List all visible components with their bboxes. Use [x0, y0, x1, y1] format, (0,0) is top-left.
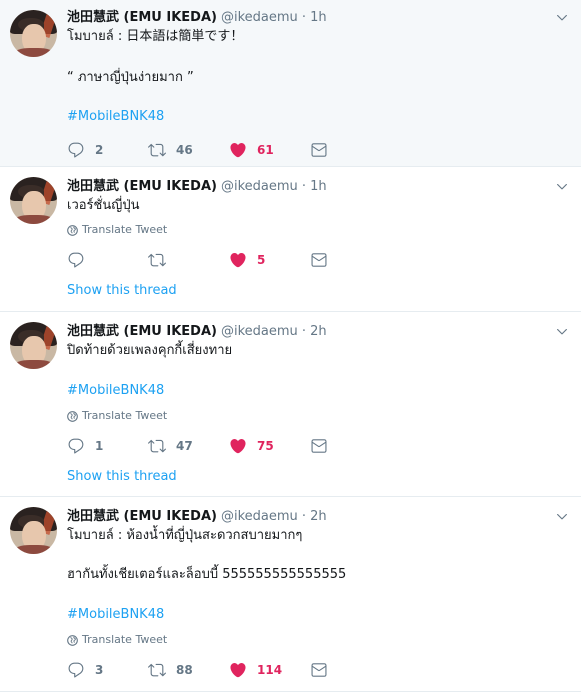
retweet-count: 46 — [176, 143, 193, 157]
chevron-down-icon[interactable] — [555, 510, 569, 524]
tweet-card[interactable]: 池田慧武 (EMU IKEDA) @ikedaemu · 1h โมบายล์ :… — [0, 0, 581, 167]
envelope-icon — [310, 251, 328, 269]
envelope-icon — [310, 141, 328, 159]
show-thread-link[interactable]: Show this thread — [67, 282, 177, 300]
retweet-count: 88 — [176, 663, 193, 677]
chevron-down-icon[interactable] — [555, 325, 569, 339]
hashtag-link[interactable]: #MobileBNK48 — [67, 107, 164, 126]
author-name[interactable]: 池田慧武 (EMU IKEDA) — [67, 179, 217, 194]
direct-message-button[interactable] — [310, 436, 328, 456]
author-handle-time[interactable]: @ikedaemu · 2h — [221, 509, 327, 524]
globe-icon — [67, 635, 78, 646]
reply-count: 3 — [95, 663, 104, 677]
retweet-button[interactable]: 47 — [148, 436, 229, 456]
author-handle-time[interactable]: @ikedaemu · 1h — [221, 179, 327, 194]
chevron-down-icon[interactable] — [555, 180, 569, 194]
timeline: 池田慧武 (EMU IKEDA) @ikedaemu · 1h โมบายล์ :… — [0, 0, 581, 692]
tweet-actions: 2 46 61 — [67, 140, 328, 160]
reply-icon — [67, 251, 85, 269]
translate-tweet-link[interactable]: Translate Tweet — [67, 633, 167, 647]
reply-button[interactable]: 1 — [67, 436, 148, 456]
retweet-icon — [148, 251, 166, 269]
globe-icon — [67, 225, 78, 236]
like-count: 114 — [257, 663, 283, 677]
hashtag-link[interactable]: #MobileBNK48 — [67, 605, 164, 624]
reply-icon — [67, 141, 85, 159]
like-count: 61 — [257, 143, 274, 157]
direct-message-button[interactable] — [310, 140, 328, 160]
reply-count: 1 — [95, 439, 104, 453]
reply-count: 2 — [95, 143, 104, 157]
heart-icon — [229, 141, 247, 159]
globe-icon — [67, 411, 78, 422]
envelope-icon — [310, 661, 328, 679]
heart-icon — [229, 437, 247, 455]
tweet-header: 池田慧武 (EMU IKEDA) @ikedaemu · 1h — [67, 9, 327, 27]
translate-label: Translate Tweet — [82, 633, 168, 646]
tweet-card[interactable]: 池田慧武 (EMU IKEDA) @ikedaemu · 1h เวอร์ชั่น… — [0, 167, 581, 312]
tweet-text-line: ฮากันทั้งเชียเตอร์และล็อบบี้ 55555555555… — [67, 567, 347, 582]
avatar[interactable] — [10, 507, 57, 554]
retweet-icon — [148, 437, 166, 455]
like-button[interactable]: 61 — [229, 140, 310, 160]
retweet-button[interactable]: 88 — [148, 660, 229, 680]
like-count: 5 — [257, 253, 266, 267]
chevron-down-icon[interactable] — [555, 11, 569, 25]
retweet-icon — [148, 661, 166, 679]
tweet-text-line: โมบายล์ : 日本語は簡単です！ — [67, 29, 244, 44]
tweet-text-line: ปิดท้ายด้วยเพลงคุกกี้เสี่ยงทาย — [67, 343, 233, 358]
retweet-count: 47 — [176, 439, 193, 453]
tweet-actions: 1 47 75 — [67, 436, 328, 456]
tweet-header: 池田慧武 (EMU IKEDA) @ikedaemu · 2h — [67, 323, 327, 341]
author-name[interactable]: 池田慧武 (EMU IKEDA) — [67, 10, 217, 25]
heart-icon — [229, 251, 247, 269]
translate-tweet-link[interactable]: Translate Tweet — [67, 409, 167, 423]
tweet-text-line: โมบายล์ : ห้องน้ำที่ญี่ปุ่นสะดวกสบายมากๆ — [67, 528, 303, 543]
envelope-icon — [310, 437, 328, 455]
author-handle-time[interactable]: @ikedaemu · 2h — [221, 324, 327, 339]
like-count: 75 — [257, 439, 274, 453]
translate-tweet-link[interactable]: Translate Tweet — [67, 223, 167, 237]
reply-icon — [67, 661, 85, 679]
author-name[interactable]: 池田慧武 (EMU IKEDA) — [67, 509, 217, 524]
tweet-text-line: “ ภาษาญี่ปุ่นง่ายมาก ” — [67, 70, 194, 85]
direct-message-button[interactable] — [310, 660, 328, 680]
tweet-header: 池田慧武 (EMU IKEDA) @ikedaemu · 1h — [67, 178, 327, 196]
reply-button[interactable] — [67, 250, 148, 270]
avatar[interactable] — [10, 322, 57, 369]
like-button[interactable]: 114 — [229, 660, 310, 680]
reply-button[interactable]: 3 — [67, 660, 148, 680]
translate-label: Translate Tweet — [82, 409, 168, 422]
reply-button[interactable]: 2 — [67, 140, 148, 160]
reply-icon — [67, 437, 85, 455]
tweet-header: 池田慧武 (EMU IKEDA) @ikedaemu · 2h — [67, 508, 327, 526]
like-button[interactable]: 5 — [229, 250, 310, 270]
retweet-button[interactable] — [148, 250, 229, 270]
like-button[interactable]: 75 — [229, 436, 310, 456]
tweet-card[interactable]: 池田慧武 (EMU IKEDA) @ikedaemu · 2h โมบายล์ :… — [0, 497, 581, 692]
retweet-button[interactable]: 46 — [148, 140, 229, 160]
tweet-text-line: เวอร์ชั่นญี่ปุ่น — [67, 198, 140, 213]
tweet-actions: 3 88 114 — [67, 660, 328, 680]
author-name[interactable]: 池田慧武 (EMU IKEDA) — [67, 324, 217, 339]
direct-message-button[interactable] — [310, 250, 328, 270]
avatar[interactable] — [10, 177, 57, 224]
hashtag-link[interactable]: #MobileBNK48 — [67, 381, 164, 400]
avatar[interactable] — [10, 10, 57, 57]
heart-icon — [229, 661, 247, 679]
translate-label: Translate Tweet — [82, 223, 168, 236]
show-thread-link[interactable]: Show this thread — [67, 468, 177, 486]
tweet-actions: 5 — [67, 250, 328, 270]
retweet-icon — [148, 141, 166, 159]
author-handle-time[interactable]: @ikedaemu · 1h — [221, 10, 327, 25]
tweet-card[interactable]: 池田慧武 (EMU IKEDA) @ikedaemu · 2h ปิดท้ายด้… — [0, 312, 581, 497]
